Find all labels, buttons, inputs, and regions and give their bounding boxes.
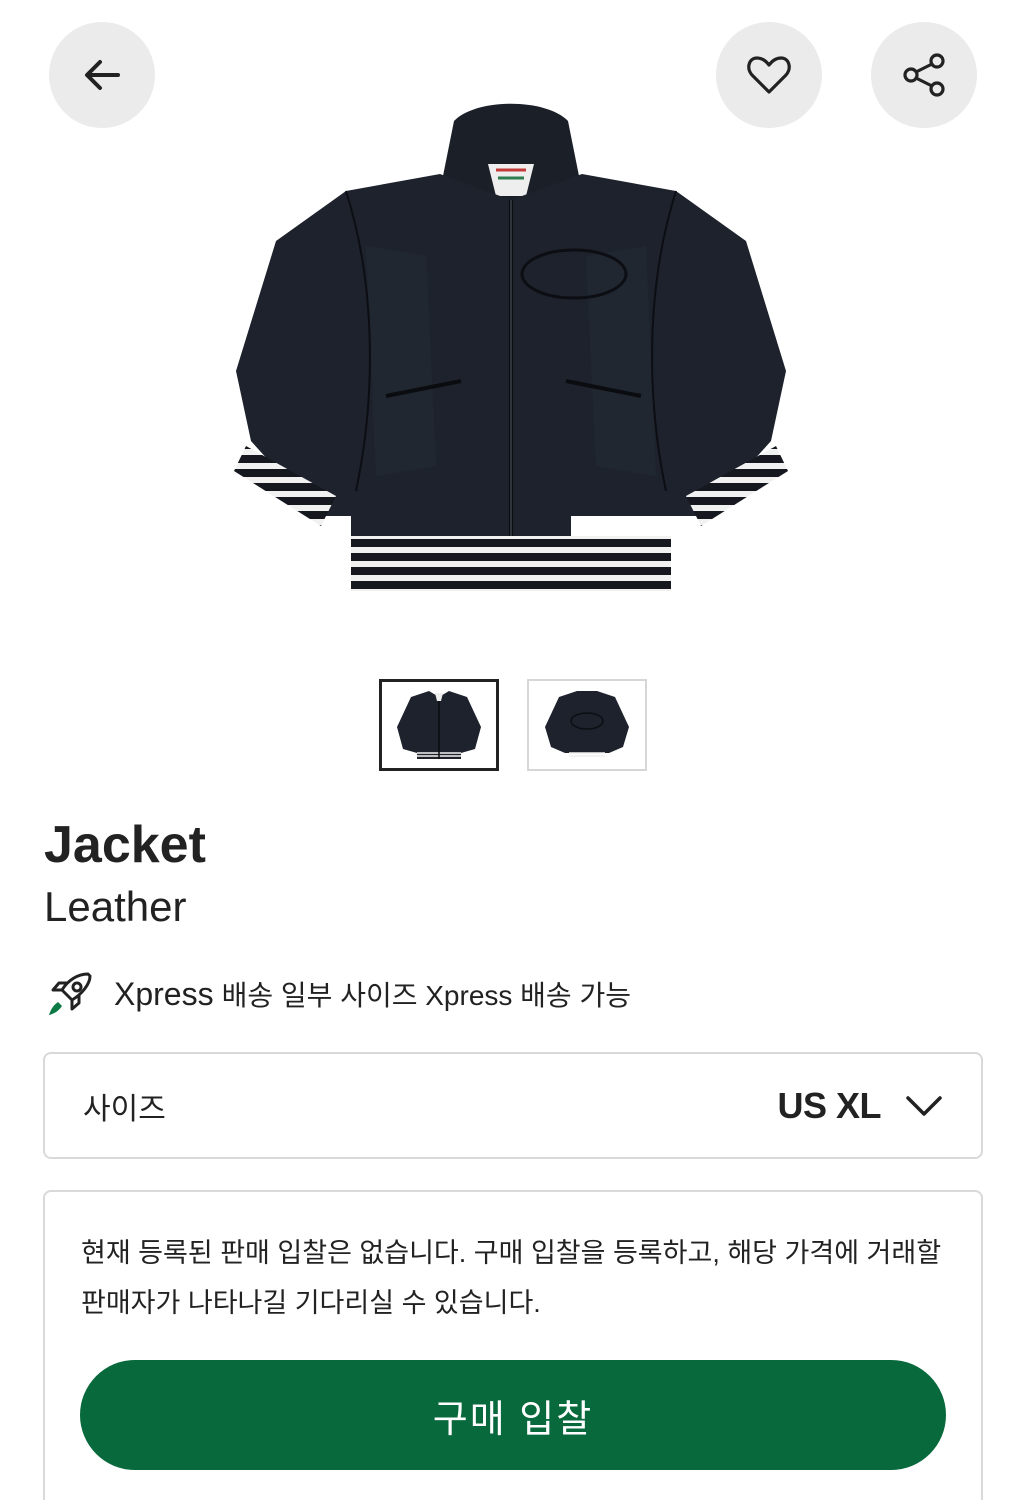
express-shipping-row: Xpress 배송 일부 사이즈 Xpress 배송 가능 [44, 966, 631, 1022]
express-brand: Xpress [114, 975, 214, 1012]
product-image[interactable] [226, 96, 796, 601]
bid-info-message: 현재 등록된 판매 입찰은 없습니다. 구매 입찰을 등록하고, 해당 가격에 … [81, 1238, 942, 1318]
thumbnail-back[interactable] [527, 679, 647, 771]
purchase-bid-button[interactable]: 구매 입찰 [80, 1360, 946, 1470]
chevron-down-icon [906, 1095, 942, 1116]
share-button[interactable] [871, 22, 977, 128]
product-subtitle: Leather [44, 883, 187, 930]
thumbnail-front[interactable] [379, 679, 499, 771]
share-icon [903, 53, 945, 97]
rocket-icon [49, 972, 92, 1015]
jacket-front-thumbnail [397, 691, 481, 759]
size-selector[interactable]: 사이즈 US XL [43, 1052, 983, 1159]
product-title: Jacket [44, 816, 206, 874]
back-button[interactable] [49, 22, 155, 128]
size-label: 사이즈 [83, 1092, 166, 1126]
express-text: 배송 일부 사이즈 Xpress 배송 가능 [221, 980, 631, 1011]
heart-icon [747, 56, 791, 94]
arrow-left-icon [85, 60, 120, 90]
size-value: US XL [777, 1084, 881, 1126]
jacket-back-thumbnail [545, 691, 629, 757]
